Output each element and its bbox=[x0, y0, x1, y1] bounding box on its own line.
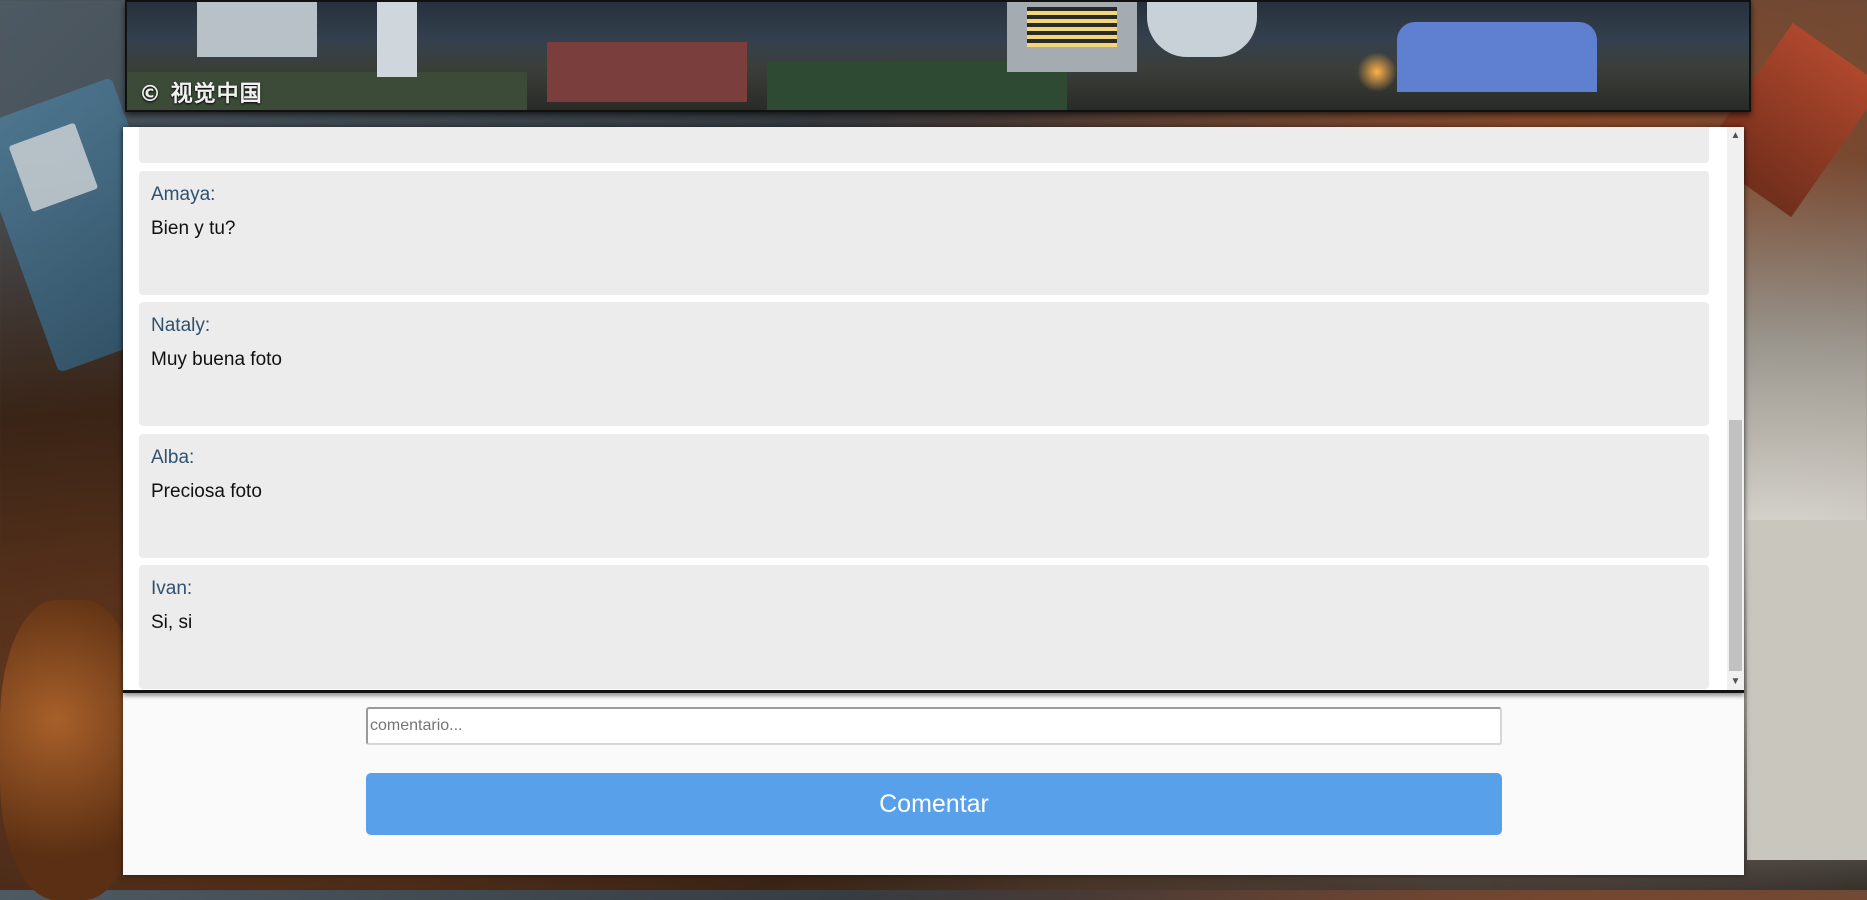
background-wood bbox=[0, 600, 140, 900]
comment-item: Amaya: Bien y tu? bbox=[139, 171, 1709, 295]
comment-item: Alba: Preciosa foto bbox=[139, 434, 1709, 558]
photo-watermark: © 视觉中国 bbox=[139, 82, 263, 107]
comment-author: Amaya: bbox=[151, 184, 216, 205]
triangle-down-icon[interactable]: ▼ bbox=[1727, 673, 1744, 690]
comment-author: Ivan: bbox=[151, 578, 193, 599]
comment-author: Nataly: bbox=[151, 315, 211, 336]
background-paper bbox=[1747, 520, 1867, 860]
comments-list[interactable]: Amaya: Bien y tu? Nataly: Muy buena foto… bbox=[123, 127, 1744, 693]
comments-scrollbar[interactable]: ▲ ▼ bbox=[1727, 127, 1744, 690]
comment-input[interactable] bbox=[366, 707, 1502, 745]
triangle-up-icon[interactable]: ▲ bbox=[1727, 127, 1744, 144]
comment-item: Nataly: Muy buena foto bbox=[139, 302, 1709, 426]
comment-item bbox=[139, 127, 1709, 163]
comment-text: Muy buena foto bbox=[151, 349, 282, 370]
comment-text: Si, si bbox=[151, 612, 193, 633]
scrollbar-thumb[interactable] bbox=[1729, 420, 1742, 671]
comment-author: Alba: bbox=[151, 447, 195, 468]
comments-panel: Amaya: Bien y tu? Nataly: Muy buena foto… bbox=[123, 127, 1744, 875]
comment-submit-button[interactable]: Comentar bbox=[366, 773, 1502, 835]
post-photo: © 视觉中国 bbox=[125, 0, 1751, 112]
comment-text: Preciosa foto bbox=[151, 481, 262, 502]
comment-text: Bien y tu? bbox=[151, 218, 236, 239]
comment-item: Ivan: Si, si bbox=[139, 565, 1709, 689]
